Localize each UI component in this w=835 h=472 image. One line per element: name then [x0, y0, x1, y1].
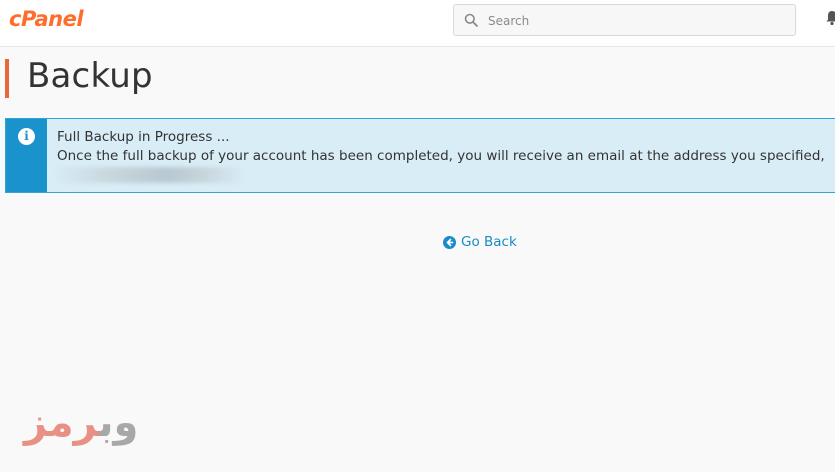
search-icon — [464, 13, 478, 27]
cpanel-logo[interactable]: cPanel — [9, 7, 84, 31]
search-box[interactable] — [453, 4, 796, 36]
arrow-left-circle-icon — [443, 235, 456, 249]
alert-icon-strip: i — [6, 119, 47, 192]
go-back-link[interactable]: Go Back — [443, 234, 517, 250]
watermark-part-2: وب — [98, 400, 139, 446]
top-header: cPanel — [0, 0, 835, 47]
alert-message: Once the full backup of your account has… — [57, 148, 825, 164]
redacted-email — [55, 167, 243, 183]
info-icon: i — [18, 128, 35, 145]
notifications-bell-icon[interactable] — [826, 10, 835, 30]
search-input[interactable] — [486, 9, 790, 33]
backup-progress-alert: i Full Backup in Progress ... Once the f… — [5, 118, 835, 193]
title-accent-bar — [5, 59, 9, 98]
go-back-label: Go Back — [461, 234, 517, 250]
alert-title: Full Backup in Progress ... — [57, 129, 230, 145]
watermark-part-1: رمز — [24, 400, 99, 446]
page-title: Backup — [27, 56, 153, 96]
watermark-logo: وبرمز — [24, 403, 138, 443]
